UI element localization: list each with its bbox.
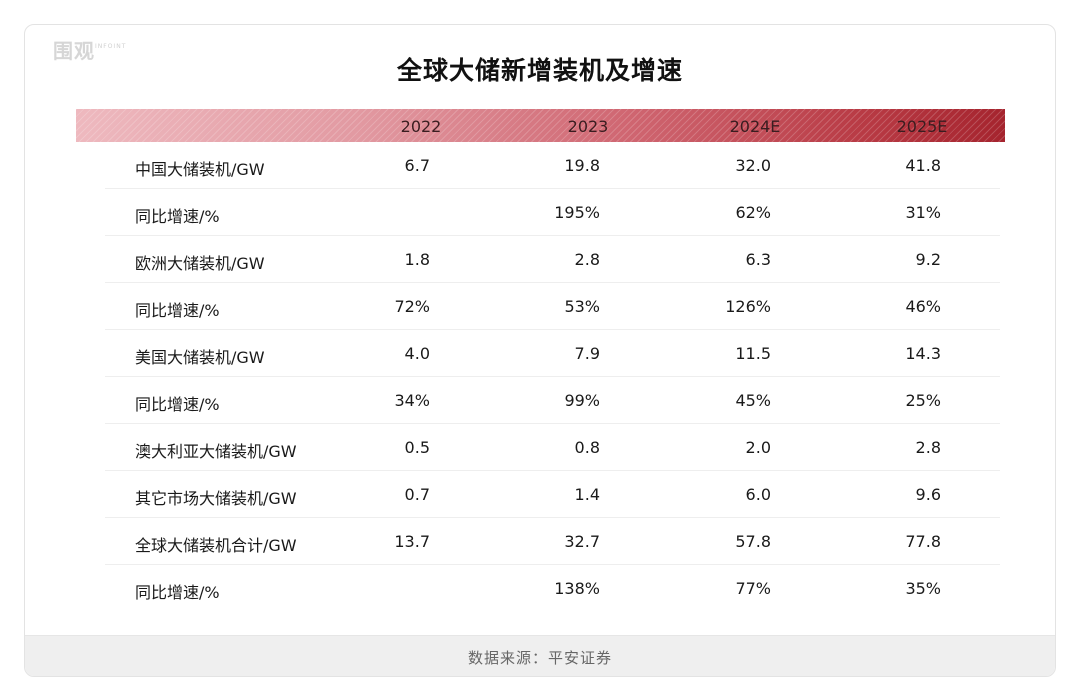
table-cell: 46%: [905, 297, 941, 316]
table-cell: 1.4: [574, 485, 600, 504]
table-row: 同比增速/% 195% 62% 31%: [25, 189, 1055, 236]
table-row: 欧洲大储装机/GW 1.8 2.8 6.3 9.2: [25, 236, 1055, 283]
row-label: 欧洲大储装机/GW: [135, 254, 265, 273]
table-cell: 7.9: [574, 344, 600, 363]
table-cell: 72%: [394, 297, 430, 316]
table-row: 美国大储装机/GW 4.0 7.9 11.5 14.3: [25, 330, 1055, 377]
table-cell: 1.8: [404, 250, 430, 269]
table-cell: 57.8: [735, 532, 771, 551]
table-cell: 9.6: [915, 485, 941, 504]
row-label: 同比增速/%: [135, 207, 220, 226]
table-cell: 35%: [905, 579, 941, 598]
row-label: 同比增速/%: [135, 395, 220, 414]
row-label: 美国大储装机/GW: [135, 348, 265, 367]
row-label: 中国大储装机/GW: [135, 160, 265, 179]
table-cell: 6.0: [745, 485, 771, 504]
row-label: 澳大利亚大储装机/GW: [135, 442, 297, 461]
table-cell: 138%: [554, 579, 600, 598]
table-cell: 2.8: [915, 438, 941, 457]
table-cell: 4.0: [404, 344, 430, 363]
row-label: 同比增速/%: [135, 583, 220, 602]
table-cell: 77%: [735, 579, 771, 598]
table-cell: 31%: [905, 203, 941, 222]
source-text: 数据来源：平安证券: [467, 649, 612, 667]
table-row: 澳大利亚大储装机/GW 0.5 0.8 2.0 2.8: [25, 424, 1055, 471]
column-header-2023: 2023: [567, 117, 609, 136]
table-cell: 19.8: [564, 156, 600, 175]
table-cell: 77.8: [905, 532, 941, 551]
table-row: 中国大储装机/GW 6.7 19.8 32.0 41.8: [25, 142, 1055, 189]
table-cell: 126%: [725, 297, 771, 316]
table-cell: 9.2: [915, 250, 941, 269]
source-footer: 数据来源：平安证券: [25, 635, 1055, 676]
table-cell: 41.8: [905, 156, 941, 175]
table-cell: 11.5: [735, 344, 771, 363]
table-cell: 25%: [905, 391, 941, 410]
table-cell: 0.7: [404, 485, 430, 504]
column-header-2022: 2022: [400, 117, 442, 136]
table-cell: 34%: [394, 391, 430, 410]
table-row: 同比增速/% 34% 99% 45% 25%: [25, 377, 1055, 424]
table-row: 全球大储装机合计/GW 13.7 32.7 57.8 77.8: [25, 518, 1055, 565]
table-row: 同比增速/% 138% 77% 35%: [25, 565, 1055, 612]
row-label: 同比增速/%: [135, 301, 220, 320]
table-cell: 53%: [564, 297, 600, 316]
watermark-logo-en: INFOINT: [95, 43, 127, 50]
table-cell: 0.5: [404, 438, 430, 457]
table-cell: 195%: [554, 203, 600, 222]
table-cell: 2.0: [745, 438, 771, 457]
table-cell: 6.3: [745, 250, 771, 269]
table-row: 同比增速/% 72% 53% 126% 46%: [25, 283, 1055, 330]
table-cell: 2.8: [574, 250, 600, 269]
table-title: 全球大储新增装机及增速: [396, 56, 683, 85]
column-header-2025e: 2025E: [896, 117, 948, 136]
table-cell: 45%: [735, 391, 771, 410]
table-cell: 99%: [564, 391, 600, 410]
table-cell: 14.3: [905, 344, 941, 363]
table-header: 2022 2023 2024E 2025E: [76, 109, 1005, 142]
row-label: 全球大储装机合计/GW: [135, 536, 297, 555]
table-cell: 62%: [735, 203, 771, 222]
table-row: 其它市场大储装机/GW 0.7 1.4 6.0 9.6: [25, 471, 1055, 518]
table-cell: 13.7: [394, 532, 430, 551]
table-cell: 32.7: [564, 532, 600, 551]
table-cell: 0.8: [574, 438, 600, 457]
table-card: 围观 INFOINT 全球大储新增装机及增速 2022 2023 2024E 2…: [24, 24, 1056, 677]
table-cell: 6.7: [404, 156, 430, 175]
column-header-2024e: 2024E: [729, 117, 781, 136]
table-cell: 32.0: [735, 156, 771, 175]
row-label: 其它市场大储装机/GW: [135, 489, 297, 508]
